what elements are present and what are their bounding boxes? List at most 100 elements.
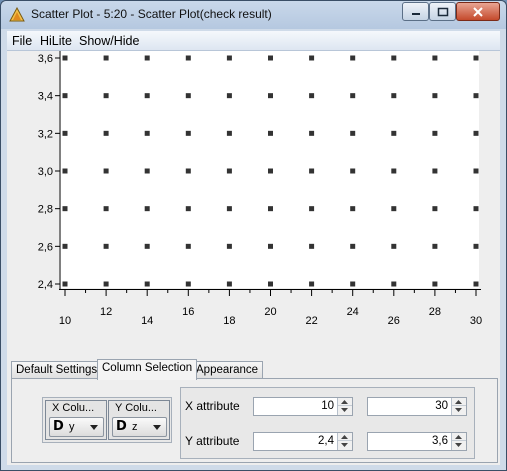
y-max-value: 3,6: [432, 435, 448, 447]
data-point: [103, 281, 109, 287]
data-point: [144, 93, 150, 99]
data-point: [62, 281, 68, 287]
data-point: [62, 93, 68, 99]
tab-appearance[interactable]: Appearance: [191, 361, 264, 379]
y-min-up-button[interactable]: [338, 433, 352, 441]
data-point: [226, 281, 232, 287]
minimize-button[interactable]: [402, 2, 429, 21]
y-max-down-button[interactable]: [452, 441, 466, 449]
arrow-down-icon: [341, 443, 348, 447]
x-column-label: X Colu...: [52, 402, 95, 414]
y-tick-label: 2,6: [38, 241, 53, 253]
y-max-spinner[interactable]: 3,6: [367, 432, 467, 451]
data-point: [309, 168, 315, 174]
data-point: [391, 55, 397, 61]
data-point: [103, 206, 109, 212]
tab-column-selection[interactable]: Column Selection: [97, 359, 198, 380]
data-point: [350, 281, 356, 287]
y-max-up-button[interactable]: [452, 433, 466, 441]
y-column-value: z: [132, 421, 138, 433]
x-tick-label: 30: [470, 315, 482, 327]
data-point: [309, 130, 315, 136]
y-min-down-button[interactable]: [338, 441, 352, 449]
data-point: [473, 130, 479, 136]
data-point: [144, 281, 150, 287]
x-max-up-button[interactable]: [452, 398, 466, 406]
data-point: [185, 55, 191, 61]
window-title: Scatter Plot - 5:20 - Scatter Plot(check…: [31, 7, 272, 21]
data-point: [391, 130, 397, 136]
data-point: [62, 168, 68, 174]
data-point: [391, 206, 397, 212]
data-point: [309, 55, 315, 61]
data-point: [268, 93, 273, 99]
data-point: [144, 243, 150, 249]
data-point: [432, 206, 438, 212]
close-icon: [473, 6, 483, 17]
data-point: [391, 243, 397, 249]
data-point: [226, 93, 232, 99]
data-point: [185, 93, 191, 99]
data-point: [103, 168, 109, 174]
data-point: [473, 168, 479, 174]
arrow-up-icon: [341, 435, 348, 439]
menu-hilite[interactable]: HiLite: [40, 34, 72, 48]
x-min-up-button[interactable]: [338, 398, 352, 406]
maximize-button[interactable]: [429, 2, 456, 21]
x-column-dropdown[interactable]: D y: [49, 417, 104, 437]
data-point: [473, 243, 479, 249]
y-tick-label: 3,2: [38, 128, 53, 140]
arrow-down-icon: [341, 408, 348, 412]
close-button[interactable]: [456, 2, 500, 21]
x-column-value: y: [69, 421, 75, 433]
x-column-box: X Colu... D y: [45, 400, 107, 440]
data-point: [473, 281, 479, 287]
x-min-down-button[interactable]: [338, 406, 352, 414]
attribute-range-group: X attribute Y attribute 10 30 2,4 3,6: [180, 387, 475, 459]
data-point: [350, 130, 356, 136]
menu-show-hide[interactable]: Show/Hide: [79, 34, 139, 48]
arrow-down-icon: [455, 408, 462, 412]
data-point: [268, 55, 273, 61]
tab-default-settings[interactable]: Default Settings: [11, 361, 103, 379]
chevron-down-icon: [90, 425, 98, 430]
data-point: [103, 55, 109, 61]
data-point: [432, 130, 438, 136]
scatter-plot-window: Scatter Plot - 5:20 - Scatter Plot(check…: [0, 0, 507, 471]
x-tick-label: 26: [388, 315, 400, 327]
data-point: [62, 130, 68, 136]
data-point: [185, 243, 191, 249]
y-column-label: Y Colu...: [115, 402, 157, 414]
data-point: [144, 55, 150, 61]
x-min-spinner[interactable]: 10: [253, 397, 353, 416]
arrow-up-icon: [455, 435, 462, 439]
data-point: [268, 243, 273, 249]
x-max-value: 30: [435, 400, 448, 412]
scatter-chart[interactable]: 2,4 2,6 2,8 3,0 3,2 3,4 3,6 10 12 14 16 18 20 22 24 26 2…: [7, 51, 500, 353]
x-tick-label: 10: [59, 315, 71, 327]
data-point: [226, 206, 232, 212]
y-tick-label: 2,8: [38, 204, 53, 216]
x-max-down-button[interactable]: [452, 406, 466, 414]
data-point: [350, 55, 356, 61]
data-point: [473, 206, 479, 212]
data-point: [226, 168, 232, 174]
x-max-spinner[interactable]: 30: [367, 397, 467, 416]
data-point: [62, 55, 68, 61]
menu-file[interactable]: File: [12, 34, 32, 48]
data-point: [350, 206, 356, 212]
y-attribute-label: Y attribute: [185, 434, 240, 448]
data-point: [185, 206, 191, 212]
data-point: [144, 130, 150, 136]
data-point: [309, 243, 315, 249]
y-column-dropdown[interactable]: D z: [112, 417, 167, 437]
x-min-value: 10: [321, 400, 334, 412]
menu-bar: File HiLite Show/Hide: [7, 31, 500, 51]
data-point: [309, 206, 315, 212]
title-bar[interactable]: Scatter Plot - 5:20 - Scatter Plot(check…: [1, 1, 506, 29]
column-selection-body: X Colu... D y Y Colu... D z X attribute …: [11, 378, 498, 463]
y-tick-label: 2,4: [38, 279, 53, 291]
x-tick-label: 20: [264, 306, 276, 318]
y-min-spinner[interactable]: 2,4: [253, 432, 353, 451]
data-point: [103, 243, 109, 249]
